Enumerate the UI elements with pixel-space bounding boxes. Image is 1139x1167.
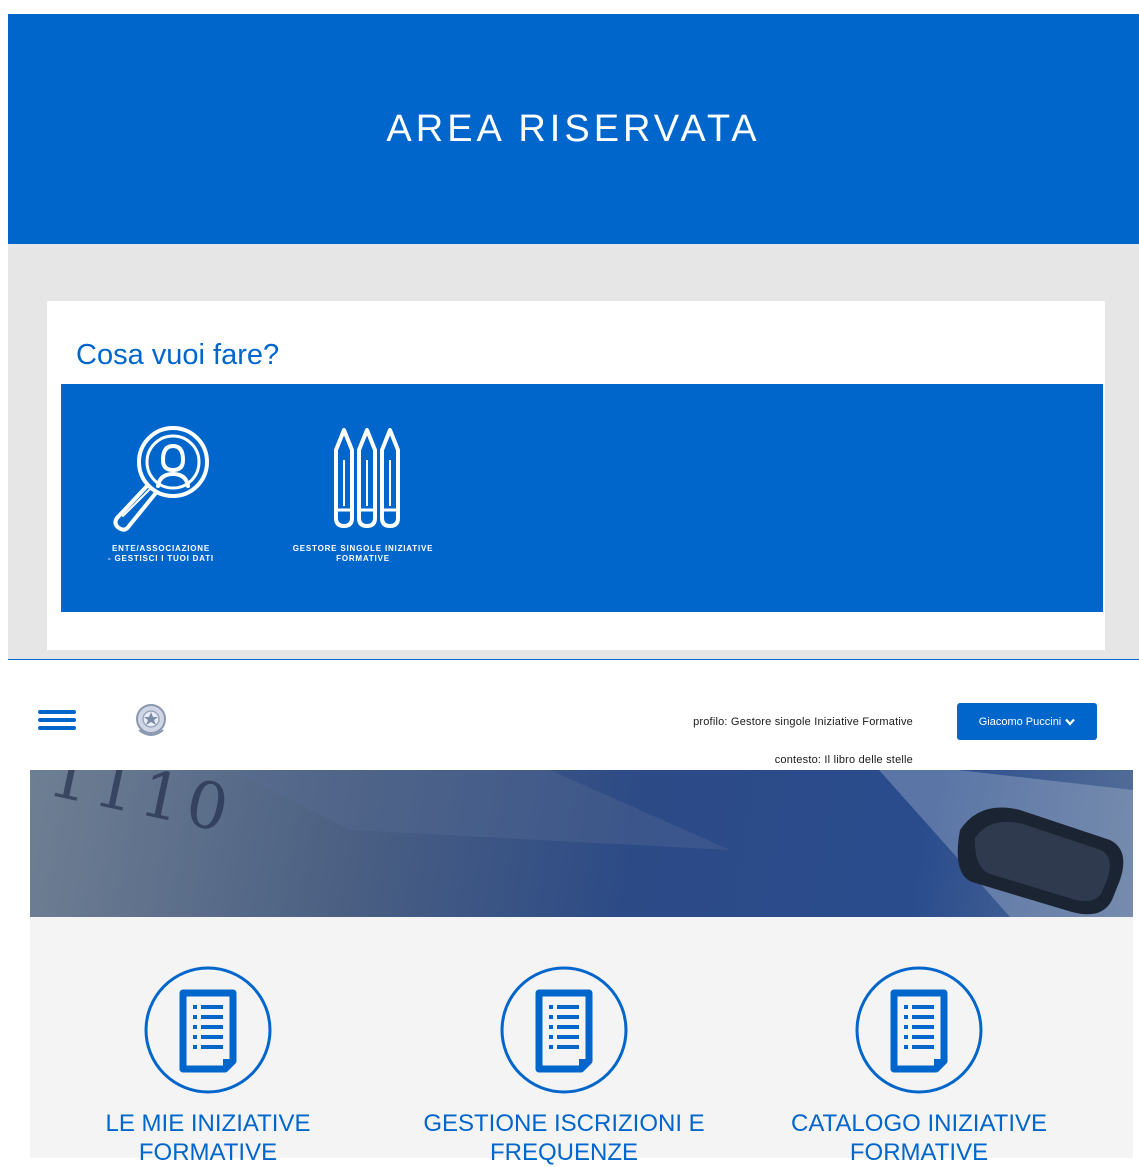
role-option-ente-label: ENTE/ASSOCIAZIONE - GESTISCI I TUOI DATI	[108, 544, 214, 563]
menu-tile-catalog[interactable]: CATALOGO INIZIATIVE FORMATIVE	[769, 965, 1069, 1167]
role-options: ENTE/ASSOCIAZIONE - GESTISCI I TUOI DATI…	[61, 384, 1103, 612]
role-option-gestore[interactable]: GESTORE SINGOLE INIZIATIVE FORMATIVE	[268, 420, 458, 564]
banner-decoration	[230, 770, 1133, 917]
document-list-icon	[144, 966, 272, 1094]
user-name: Giacomo Puccini	[978, 715, 1062, 728]
italian-republic-emblem	[136, 704, 166, 736]
reserved-area-header: AREA RISERVATA	[8, 14, 1139, 244]
role-option-gestore-label: GESTORE SINGOLE INIZIATIVE FORMATIVE	[292, 544, 434, 563]
user-menu-button[interactable]: Giacomo Puccini	[957, 703, 1097, 740]
pencils-icon	[334, 428, 400, 528]
menu-tile-catalog-label: CATALOGO INIZIATIVE FORMATIVE	[790, 1110, 1048, 1166]
role-option-ente[interactable]: ENTE/ASSOCIAZIONE - GESTISCI I TUOI DATI	[66, 420, 256, 564]
user-search-icon	[113, 426, 209, 532]
chevron-down-icon	[1065, 718, 1076, 726]
choice-question: Cosa vuoi fare?	[76, 339, 280, 371]
header-banner-image: 1110	[30, 770, 1133, 917]
menu-tile-enrollments[interactable]: GESTIONE ISCRIZIONI E FREQUENZE	[414, 965, 714, 1167]
menu-tile-my-initiatives-label: LE MIE INIZIATIVE FORMATIVE	[105, 1110, 311, 1166]
profile-info: profilo: Gestore singole Iniziative Form…	[693, 716, 913, 728]
choice-card: Cosa vuoi fare? ENTE/ASSOCIAZIONE - GEST…	[47, 301, 1105, 650]
document-list-icon	[855, 966, 983, 1094]
menu-tile-enrollments-label: GESTIONE ISCRIZIONI E FREQUENZE	[423, 1110, 705, 1166]
menu-tile-my-initiatives[interactable]: LE MIE INIZIATIVE FORMATIVE	[58, 965, 358, 1167]
reserved-area-panel: AREA RISERVATA Cosa vuoi fare? ENTE/ASSO…	[8, 14, 1139, 660]
hamburger-menu-icon[interactable]	[38, 710, 76, 730]
top-bar: profilo: Gestore singole Iniziative Form…	[30, 680, 1133, 770]
context-info: contesto: Il libro delle stelle	[774, 754, 913, 766]
reserved-area-title: AREA RISERVATA	[386, 107, 761, 150]
document-list-icon	[500, 966, 628, 1094]
app-screen: profilo: Gestore singole Iniziative Form…	[30, 680, 1133, 1166]
